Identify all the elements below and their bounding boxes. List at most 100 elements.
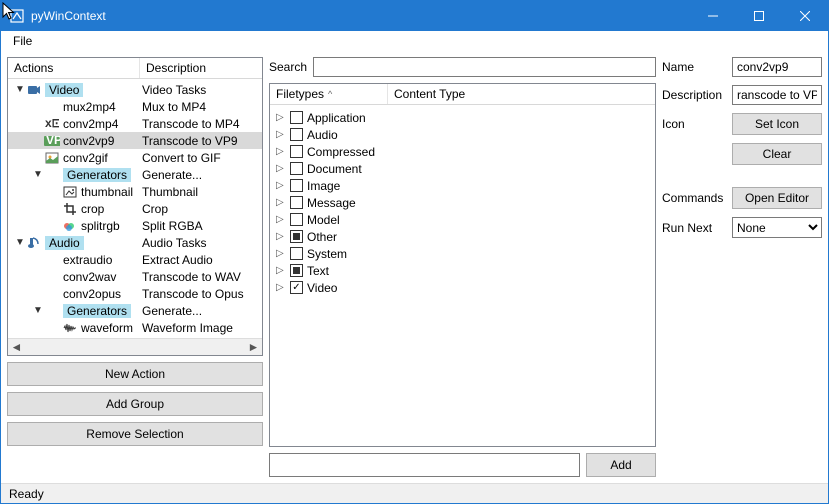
filetype-row[interactable]: ▷Text bbox=[272, 262, 653, 279]
checkbox[interactable] bbox=[290, 162, 303, 175]
checkbox[interactable] bbox=[290, 196, 303, 209]
scroll-left-icon[interactable]: ◄ bbox=[8, 340, 25, 354]
filetype-row[interactable]: ▷Other bbox=[272, 228, 653, 245]
tree-item[interactable]: conv2wavTranscode to WAV bbox=[8, 268, 262, 285]
name-input[interactable] bbox=[732, 57, 822, 77]
tree-item[interactable]: splitrgbSplit RGBA bbox=[8, 217, 262, 234]
checkbox[interactable] bbox=[290, 281, 303, 294]
blank-icon bbox=[44, 286, 60, 302]
tree-description: Transcode to VP9 bbox=[140, 134, 262, 148]
expander-icon[interactable]: ▷ bbox=[276, 112, 286, 123]
tree-item[interactable]: mux2mp4Mux to MP4 bbox=[8, 98, 262, 115]
expander-icon[interactable]: ▷ bbox=[276, 214, 286, 225]
tree-item[interactable]: conv2gifConvert to GIF bbox=[8, 149, 262, 166]
filetype-row[interactable]: ▷ Audio bbox=[272, 126, 653, 143]
tree-group[interactable]: ▼AudioAudio Tasks bbox=[8, 234, 262, 251]
filetype-row[interactable]: ▷ Compressed bbox=[272, 143, 653, 160]
app-icon bbox=[9, 8, 25, 24]
tree-item[interactable]: cropCrop bbox=[8, 200, 262, 217]
filetype-row[interactable]: ▷ Model bbox=[272, 211, 653, 228]
filetype-label: Compressed bbox=[307, 145, 375, 159]
filetype-label: Model bbox=[307, 213, 340, 227]
tree-label: extraudio bbox=[63, 253, 112, 267]
expander-icon[interactable]: ▷ bbox=[276, 129, 286, 140]
tree-item[interactable]: conv2opusTranscode to Opus bbox=[8, 285, 262, 302]
expander-icon[interactable]: ▼ bbox=[32, 169, 44, 180]
description-input[interactable] bbox=[732, 85, 822, 105]
col-filetypes[interactable]: Filetypes^ bbox=[270, 84, 388, 104]
filetype-label: Image bbox=[307, 179, 340, 193]
tree-description: Transcode to MP4 bbox=[140, 117, 262, 131]
checkbox[interactable] bbox=[290, 111, 303, 124]
filetypes-list[interactable]: Filetypes^ Content Type ▷Application▷Aud… bbox=[269, 83, 656, 447]
filetype-row[interactable]: ▷ Image bbox=[272, 177, 653, 194]
expander-icon[interactable]: ▷ bbox=[276, 180, 286, 191]
checkbox[interactable] bbox=[290, 230, 303, 243]
filetype-label: Audio bbox=[307, 128, 338, 142]
tree-group[interactable]: ▼VideoVideo Tasks bbox=[8, 81, 262, 98]
scroll-right-icon[interactable]: ► bbox=[245, 340, 262, 354]
search-input[interactable] bbox=[313, 57, 656, 77]
expander-icon[interactable]: ▷ bbox=[276, 248, 286, 259]
minimize-button[interactable] bbox=[690, 1, 736, 31]
expander-icon[interactable]: ▷ bbox=[276, 146, 286, 157]
remove-selection-button[interactable]: Remove Selection bbox=[7, 422, 263, 446]
tree-description: Crop bbox=[140, 202, 262, 216]
checkbox[interactable] bbox=[290, 213, 303, 226]
tree-item[interactable]: extraudioExtract Audio bbox=[8, 251, 262, 268]
expander-icon[interactable]: ▷ bbox=[276, 163, 286, 174]
add-button[interactable]: Add bbox=[586, 453, 656, 477]
close-button[interactable] bbox=[782, 1, 828, 31]
blank-icon bbox=[44, 303, 60, 319]
filetype-row[interactable]: ▷Message bbox=[272, 194, 653, 211]
run-next-label: Run Next bbox=[662, 221, 728, 235]
col-actions[interactable]: Actions bbox=[8, 58, 140, 78]
col-content-type[interactable]: Content Type bbox=[388, 84, 471, 104]
checkbox[interactable] bbox=[290, 179, 303, 192]
filetype-label: Video bbox=[307, 281, 337, 295]
menu-file[interactable]: File bbox=[7, 32, 38, 50]
filetype-row[interactable]: ▷ Video bbox=[272, 279, 653, 296]
tree-item[interactable]: x⊡conv2mp4Transcode to MP4 bbox=[8, 115, 262, 132]
run-next-select[interactable]: None bbox=[732, 217, 822, 238]
maximize-button[interactable] bbox=[736, 1, 782, 31]
tree-item[interactable]: VP9conv2vp9Transcode to VP9 bbox=[8, 132, 262, 149]
filetype-row[interactable]: ▷System bbox=[272, 245, 653, 262]
description-label: Description bbox=[662, 88, 728, 102]
checkbox[interactable] bbox=[290, 247, 303, 260]
filetype-row[interactable]: ▷Document bbox=[272, 160, 653, 177]
blank-icon bbox=[44, 99, 60, 115]
new-action-button[interactable]: New Action bbox=[7, 362, 263, 386]
open-editor-button[interactable]: Open Editor bbox=[732, 187, 822, 209]
col-description[interactable]: Description bbox=[140, 58, 212, 78]
tree-group[interactable]: ▼GeneratorsGenerate... bbox=[8, 302, 262, 319]
tree-description: Transcode to Opus bbox=[140, 287, 262, 301]
tree-item[interactable]: waveformWaveform Image bbox=[8, 319, 262, 336]
expander-icon[interactable]: ▷ bbox=[276, 231, 286, 242]
actions-tree[interactable]: Actions Description ▼VideoVideo Tasksmux… bbox=[7, 57, 263, 356]
tree-description: Generate... bbox=[140, 304, 262, 318]
tree-description: Thumbnail bbox=[140, 185, 262, 199]
checkbox[interactable] bbox=[290, 264, 303, 277]
tree-hscrollbar[interactable]: ◄ ► bbox=[8, 338, 262, 355]
expander-icon[interactable]: ▼ bbox=[32, 305, 44, 316]
tree-item[interactable]: thumbnailThumbnail bbox=[8, 183, 262, 200]
expander-icon[interactable]: ▷ bbox=[276, 197, 286, 208]
checkbox[interactable] bbox=[290, 145, 303, 158]
clear-button[interactable]: Clear bbox=[732, 143, 822, 165]
window-title: pyWinContext bbox=[31, 9, 690, 23]
set-icon-button[interactable]: Set Icon bbox=[732, 113, 822, 135]
tree-header: Actions Description bbox=[8, 58, 262, 79]
expander-icon[interactable]: ▷ bbox=[276, 265, 286, 276]
expander-icon[interactable]: ▷ bbox=[276, 282, 286, 293]
titlebar: pyWinContext bbox=[1, 1, 828, 31]
tree-group[interactable]: ▼GeneratorsGenerate... bbox=[8, 166, 262, 183]
add-group-button[interactable]: Add Group bbox=[7, 392, 263, 416]
filetype-row[interactable]: ▷Application bbox=[272, 109, 653, 126]
checkbox[interactable] bbox=[290, 128, 303, 141]
add-filetype-input[interactable] bbox=[269, 453, 580, 477]
tree-description: Transcode to WAV bbox=[140, 270, 262, 284]
expander-icon[interactable]: ▼ bbox=[14, 237, 26, 248]
icon-label: Icon bbox=[662, 117, 728, 131]
expander-icon[interactable]: ▼ bbox=[14, 84, 26, 95]
